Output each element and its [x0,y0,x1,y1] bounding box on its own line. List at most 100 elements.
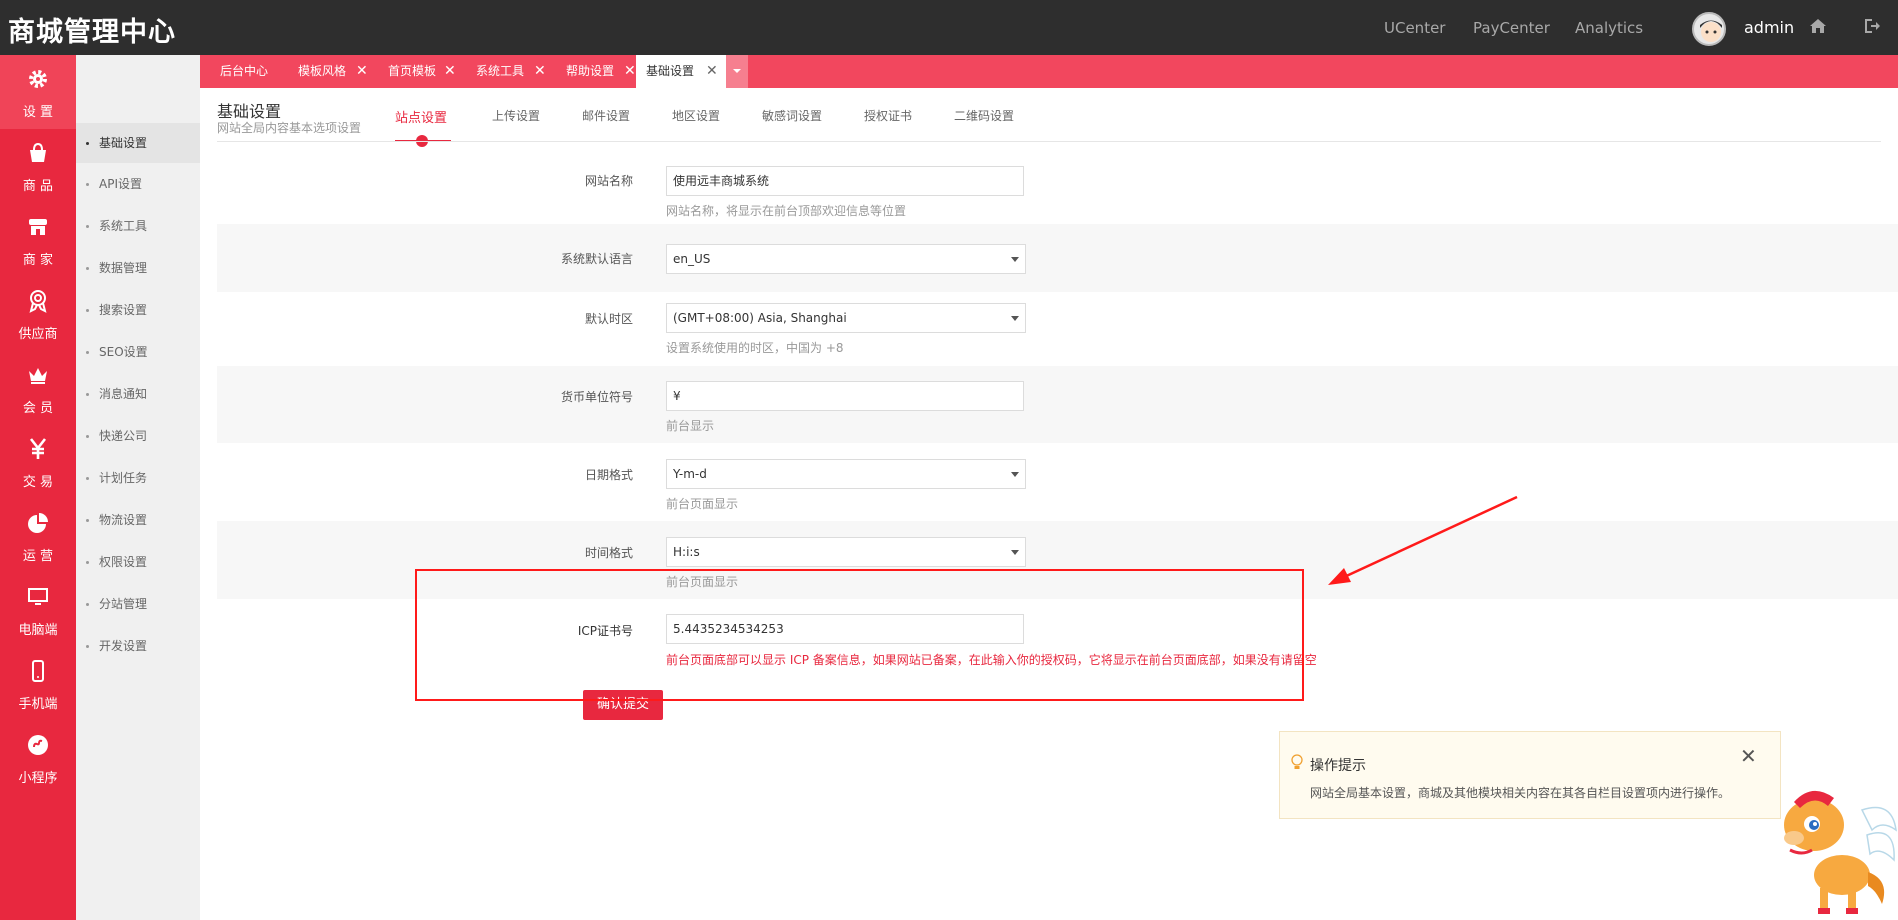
nav-item-goods[interactable]: 商 品 [0,129,76,203]
sub-nav: 基础设置 API设置 系统工具 数据管理 搜索设置 SEO设置 消息通知 快递公… [76,55,200,920]
language-label: 系统默认语言 [560,252,633,266]
tips-title: 操作提示 [1310,758,1366,774]
site-name-input[interactable]: 使用远丰商城系统 [666,166,1024,196]
nav-item-members[interactable]: 会 员 [0,351,76,425]
page-subtitle: 网站全局内容基本选项设置 [217,121,362,135]
tab-more-dropdown[interactable] [726,55,748,88]
nav-label: 手机端 [18,697,58,712]
subnav-item-tools[interactable]: 系统工具 [76,206,200,246]
date-format-hint: 前台页面显示 [666,497,739,511]
monitor-icon [28,588,48,605]
close-icon[interactable]: ✕ [534,55,546,88]
nav-item-merchants[interactable]: 商 家 [0,203,76,277]
tab-home-template[interactable]: 首页模板 ✕ [368,55,456,88]
analytics-link[interactable]: Analytics [1575,19,1643,37]
close-icon[interactable]: ✕ [356,55,368,88]
time-format-label: 时间格式 [584,546,633,560]
subnav-item-substations[interactable]: 分站管理 [76,584,200,624]
subnav-item-dev[interactable]: 开发设置 [76,626,200,666]
nav-label: 供应商 [18,327,58,342]
app-logo[interactable]: 商城管理中心 [8,10,176,49]
logout-icon[interactable] [1862,16,1882,36]
annotation-arrow [1328,495,1518,585]
date-format-label: 日期格式 [584,468,633,482]
close-icon[interactable]: ✕ [1740,744,1757,768]
main-nav: 设 置 商 品 商 家 供应商 会 员 交 易 运 营 电脑端 手机端 小程序 [0,55,76,920]
nav-label: 交 易 [22,475,54,490]
paycenter-link[interactable]: PayCenter [1473,19,1550,37]
mobile-icon [32,660,44,682]
nav-label: 小程序 [18,771,58,786]
site-name-label: 网站名称 [584,174,633,188]
nav-label: 设 置 [22,105,54,120]
currency-input[interactable]: ¥ [666,381,1024,411]
subnav-item-seo[interactable]: SEO设置 [76,332,200,372]
nav-item-mobile[interactable]: 手机端 [0,647,76,721]
award-icon [29,290,47,313]
subnav-item-data[interactable]: 数据管理 [76,248,200,288]
top-bar: 商城管理中心 UCenter PayCenter Analytics admin [0,0,1898,55]
subnav-item-basic[interactable]: 基础设置 [76,123,200,163]
section-tab-mail[interactable]: 邮件设置 [582,107,630,124]
nav-label: 运 营 [22,549,54,564]
ucenter-link[interactable]: UCenter [1384,19,1445,37]
divider [217,141,1881,142]
avatar[interactable] [1692,12,1726,46]
close-icon[interactable]: ✕ [444,55,456,88]
tab-system-tools[interactable]: 系统工具 ✕ [456,55,546,88]
tips-panel: 操作提示 ✕ 网站全局基本设置，商城及其他模块相关内容在其各自栏目设置项内进行操… [1279,731,1781,819]
subnav-item-logistics[interactable]: 物流设置 [76,500,200,540]
timezone-hint: 设置系统使用的时区，中国为 +8 [666,341,844,355]
nav-item-pc[interactable]: 电脑端 [0,573,76,647]
pie-chart-icon [28,513,48,533]
subnav-item-cron[interactable]: 计划任务 [76,458,200,498]
language-select[interactable]: en_US [666,244,1026,274]
shopping-bag-icon [30,142,46,162]
lightbulb-icon [1291,754,1303,769]
time-format-select[interactable]: H:i:s [666,537,1026,567]
nav-item-miniprogram[interactable]: 小程序 [0,721,76,795]
nav-label: 商 家 [22,253,54,268]
annotation-highlight-box [415,569,1304,701]
section-tab-sensitive[interactable]: 敏感词设置 [762,107,822,124]
timezone-label: 默认时区 [584,312,633,326]
subnav-item-permissions[interactable]: 权限设置 [76,542,200,582]
section-tab-qrcode[interactable]: 二维码设置 [954,107,1014,124]
close-icon[interactable]: ✕ [624,55,636,88]
timezone-select[interactable]: (GMT+08:00) Asia, Shanghai [666,303,1026,333]
store-icon [29,219,47,235]
nav-label: 商 品 [22,179,54,194]
section-tab-region[interactable]: 地区设置 [672,107,720,124]
date-format-select[interactable]: Y-m-d [666,459,1026,489]
mascot-horse-image [1784,790,1897,914]
crown-icon [29,368,47,384]
yen-icon [29,438,47,459]
username[interactable]: admin [1744,18,1794,37]
currency-label: 货币单位符号 [560,390,633,404]
nav-label: 电脑端 [18,623,58,638]
section-tab-license[interactable]: 授权证书 [864,107,912,124]
close-icon[interactable]: ✕ [706,55,718,88]
currency-hint: 前台显示 [666,419,715,433]
nav-label: 会 员 [22,401,54,416]
subnav-item-api[interactable]: API设置 [76,164,200,204]
mini-program-icon [28,735,48,755]
subnav-item-notify[interactable]: 消息通知 [76,374,200,414]
nav-item-settings[interactable]: 设 置 [0,55,76,129]
tab-dashboard[interactable]: 后台中心 [200,55,278,88]
section-tab-upload[interactable]: 上传设置 [492,107,540,124]
tab-bar: 后台中心 模板风格 ✕ 首页模板 ✕ 系统工具 ✕ 帮助设置 ✕ 基础设置 ✕ [200,55,1898,88]
subnav-item-express[interactable]: 快递公司 [76,416,200,456]
nav-item-operations[interactable]: 运 营 [0,499,76,573]
site-name-hint: 网站名称，将显示在前台顶部欢迎信息等位置 [666,204,907,218]
tab-help[interactable]: 帮助设置 ✕ [546,55,636,88]
tab-templates[interactable]: 模板风格 ✕ [278,55,368,88]
nav-item-suppliers[interactable]: 供应商 [0,277,76,351]
tab-basic-settings[interactable]: 基础设置 ✕ [636,55,726,88]
tips-text: 网站全局基本设置，商城及其他模块相关内容在其各自栏目设置项内进行操作。 [1310,786,1731,800]
nav-item-trade[interactable]: 交 易 [0,425,76,499]
subnav-item-search[interactable]: 搜索设置 [76,290,200,330]
home-icon[interactable] [1808,16,1828,36]
gear-icon [29,70,47,88]
section-tab-site[interactable]: 站点设置 [395,107,447,126]
